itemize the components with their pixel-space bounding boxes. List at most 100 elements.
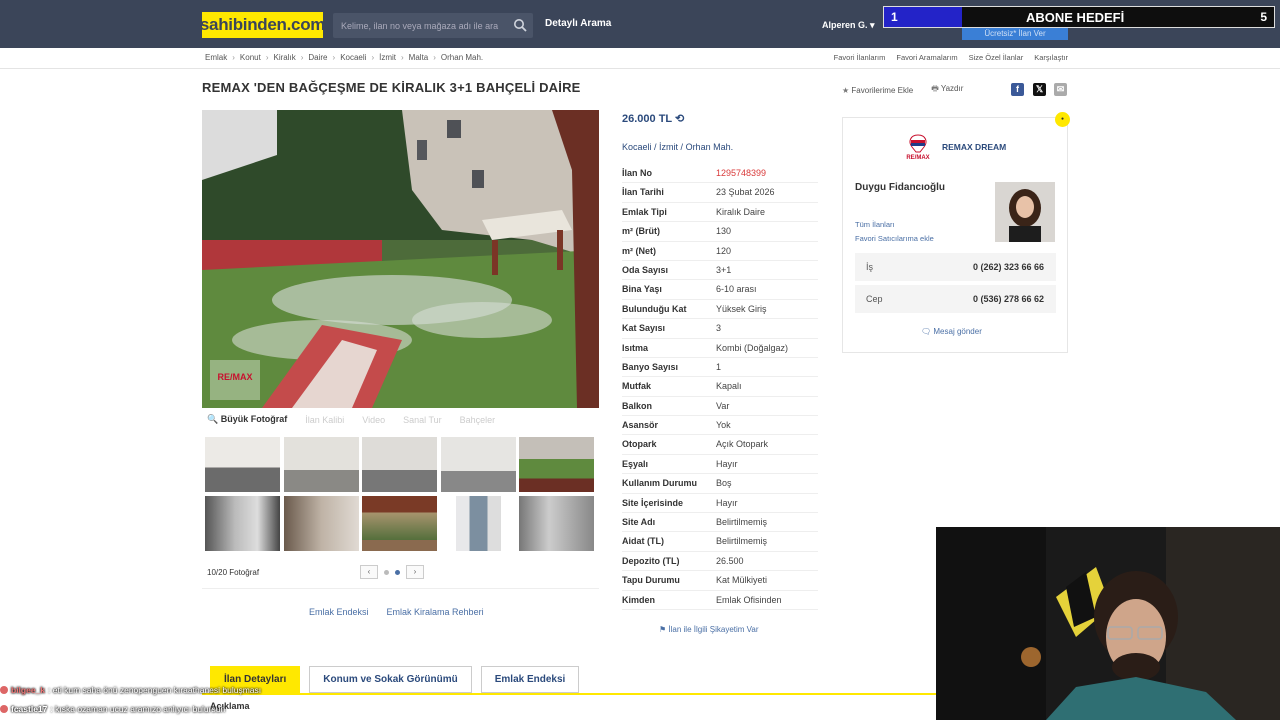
thumbnail[interactable] — [519, 496, 594, 551]
page-dot-active[interactable] — [395, 569, 400, 575]
spec-label: Kullanım Durumu — [622, 478, 698, 489]
divider — [202, 588, 599, 589]
spec-value: Açık Otopark — [716, 439, 769, 450]
agent-photo — [995, 182, 1055, 242]
email-share-icon[interactable]: ✉ — [1054, 83, 1067, 96]
spec-value: Belirtilmemiş — [716, 517, 768, 528]
history-icon[interactable]: ⟲ — [675, 113, 684, 125]
search-icon[interactable] — [513, 18, 527, 32]
phone-number[interactable]: 0 (262) 323 66 66 — [973, 262, 1044, 272]
goal-target: 5 — [1260, 10, 1267, 24]
thumbnail[interactable] — [205, 437, 280, 492]
thumbnail[interactable] — [205, 496, 280, 551]
spec-label: Bulunduğu Kat — [622, 303, 687, 314]
breadcrumb-item[interactable]: İzmit — [379, 53, 396, 62]
chat-bubble-icon: 🗨 — [921, 327, 932, 336]
complaint-link[interactable]: ⚑ İlan ile İlgili Şikayetim Var — [659, 625, 759, 634]
thumbnail[interactable] — [441, 437, 516, 492]
spec-value: Kombi (Doğalgaz) — [716, 342, 789, 353]
spec-value: Hayır — [716, 497, 738, 508]
breadcrumb: Emlak › Konut › Kiralık › Daire › Kocaeli › İzmit ›… — [205, 53, 483, 62]
photo-tool-muted: İlan Kalibi — [305, 414, 345, 425]
breadcrumb-item[interactable]: Konut — [240, 53, 261, 62]
tab-location[interactable]: Konum ve Sokak Görünümü — [309, 666, 472, 693]
spec-label: Oda Sayısı — [622, 264, 669, 275]
spec-value: Kapalı — [716, 381, 742, 392]
spec-label: Bina Yaşı — [622, 284, 662, 295]
post-ad-button[interactable]: Ücretsiz* İlan Ver — [962, 28, 1068, 40]
phone-label: İş — [866, 262, 874, 272]
search-input[interactable] — [333, 13, 509, 38]
flag-icon: ⚑ — [659, 625, 667, 634]
photo-tool-muted: Bahçeler — [459, 414, 496, 425]
svg-text:RE/MAX: RE/MAX — [217, 372, 252, 382]
spec-label: Eşyalı — [622, 458, 649, 469]
spec-row: Eşyalı Hayır — [622, 455, 818, 475]
phone-number[interactable]: 0 (536) 278 66 62 — [973, 294, 1044, 304]
spec-value: 130 — [716, 226, 732, 237]
main-photo[interactable]: RE/MAX — [202, 110, 599, 408]
page-dot[interactable] — [384, 569, 389, 575]
breadcrumb-item[interactable]: Emlak — [205, 53, 227, 62]
all-listings-link[interactable]: Tüm İlanları — [855, 218, 934, 232]
divider — [0, 68, 1280, 69]
breadcrumb-separator: › — [401, 53, 404, 62]
star-icon: ★ — [842, 85, 850, 95]
chat-message: bilgee_k : eti kum saha önü zenopenguen … — [0, 685, 261, 695]
remax-balloon-icon: RE/MAX — [906, 134, 930, 161]
chat-text: : eti kum saha önü zenopenguen kıraathan… — [48, 685, 262, 695]
agency-name[interactable]: REMAX DREAM — [942, 142, 1006, 152]
spec-label: Kimden — [622, 594, 656, 605]
top-link[interactable]: Favori Aramalarım — [896, 53, 957, 62]
notification-badge[interactable]: ● — [1055, 112, 1070, 127]
favorite-button[interactable]: ★ Favorilerime Ekle — [842, 86, 913, 95]
spec-label: Asansör — [622, 420, 659, 431]
breadcrumb-item[interactable]: Kiralık — [273, 53, 295, 62]
location-link[interactable]: İzmit — [659, 142, 678, 152]
location-link[interactable]: Orhan Mah. — [686, 142, 734, 152]
breadcrumb-item[interactable]: Orhan Mah. — [441, 53, 483, 62]
thumbnail[interactable] — [456, 496, 501, 551]
thumbnail[interactable] — [284, 496, 359, 551]
favorite-seller-link[interactable]: Favori Satıcılarıma ekle — [855, 232, 934, 246]
prev-page-button[interactable]: ‹ — [360, 565, 378, 579]
print-button[interactable]: 🖶 Yazdır — [931, 83, 963, 97]
facebook-share-icon[interactable]: f — [1011, 83, 1024, 96]
breadcrumb-item[interactable]: Kocaeli — [340, 53, 366, 62]
next-page-button[interactable]: › — [406, 565, 424, 579]
spec-value: 26.500 — [716, 555, 744, 566]
thumbnail[interactable] — [519, 437, 594, 492]
spec-value: Emlak Ofisinden — [716, 594, 782, 605]
spec-row: Kullanım Durumu Boş — [622, 474, 818, 494]
top-link[interactable]: Size Özel İlanlar — [969, 53, 1024, 62]
photo-count: 10/20 Fotoğraf — [207, 568, 260, 577]
spec-label: İlan No — [622, 168, 653, 178]
x-share-icon[interactable]: 𝕏 — [1033, 83, 1046, 96]
location-link[interactable]: Kocaeli — [622, 142, 652, 152]
complaint-label: İlan ile İlgili Şikayetim Var — [668, 625, 759, 634]
breadcrumb-item[interactable]: Malta — [409, 53, 429, 62]
search-box — [333, 13, 533, 38]
top-link[interactable]: Karşılaştır — [1034, 53, 1068, 62]
spec-label: Isıtma — [622, 342, 649, 353]
price: 26.000 TL ⟲ — [622, 112, 684, 125]
print-label: Yazdır — [940, 84, 964, 93]
breadcrumb-item[interactable]: Daire — [308, 53, 327, 62]
tab-real-estate-index[interactable]: Emlak Endeksi — [480, 666, 580, 693]
send-message-link[interactable]: 🗨 Mesaj gönder — [921, 327, 982, 336]
thumbnail[interactable] — [362, 437, 437, 492]
agent-name: Duygu Fidancıoğlu — [855, 182, 945, 193]
spec-row: İlan No 1295748399 — [622, 164, 818, 184]
user-menu[interactable]: Alperen G. ▾ — [822, 20, 875, 31]
big-photo-button[interactable]: 🔍 Büyük Fotoğraf — [207, 414, 287, 425]
site-logo[interactable]: sahibinden.com — [200, 12, 325, 38]
emlak-endeksi-link[interactable]: Emlak Endeksi — [309, 607, 369, 617]
top-link[interactable]: Favori İlanlarım — [834, 53, 886, 62]
detailed-search-link[interactable]: Detaylı Arama — [545, 18, 611, 29]
goal-current: 1 — [891, 10, 898, 24]
thumbnail[interactable] — [284, 437, 359, 492]
tab-underline — [202, 693, 936, 695]
kiralama-rehberi-link[interactable]: Emlak Kiralama Rehberi — [387, 607, 484, 617]
spec-row: İlan Tarihi 23 Şubat 2026 — [622, 183, 818, 203]
thumbnail[interactable] — [362, 496, 437, 551]
